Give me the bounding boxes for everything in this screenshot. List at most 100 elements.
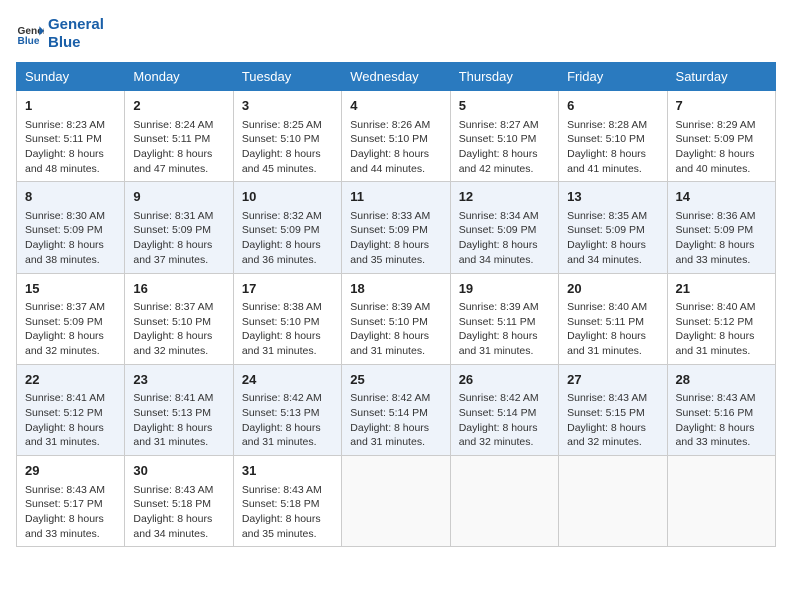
table-row: 29Sunrise: 8:43 AMSunset: 5:17 PMDayligh…: [17, 456, 125, 547]
day-number: 4: [350, 96, 441, 116]
day-number: 30: [133, 461, 224, 481]
table-row: 27Sunrise: 8:43 AMSunset: 5:15 PMDayligh…: [559, 364, 667, 455]
day-number: 14: [676, 187, 767, 207]
day-info: Sunrise: 8:43 AMSunset: 5:15 PMDaylight:…: [567, 391, 658, 450]
day-number: 18: [350, 279, 441, 299]
table-row: 13Sunrise: 8:35 AMSunset: 5:09 PMDayligh…: [559, 182, 667, 273]
day-number: 6: [567, 96, 658, 116]
day-info: Sunrise: 8:40 AMSunset: 5:11 PMDaylight:…: [567, 300, 658, 359]
day-number: 19: [459, 279, 550, 299]
day-info: Sunrise: 8:43 AMSunset: 5:16 PMDaylight:…: [676, 391, 767, 450]
table-row: 6Sunrise: 8:28 AMSunset: 5:10 PMDaylight…: [559, 91, 667, 182]
table-row: 4Sunrise: 8:26 AMSunset: 5:10 PMDaylight…: [342, 91, 450, 182]
table-row: 7Sunrise: 8:29 AMSunset: 5:09 PMDaylight…: [667, 91, 775, 182]
day-number: 25: [350, 370, 441, 390]
table-row: 14Sunrise: 8:36 AMSunset: 5:09 PMDayligh…: [667, 182, 775, 273]
table-row: 16Sunrise: 8:37 AMSunset: 5:10 PMDayligh…: [125, 273, 233, 364]
day-info: Sunrise: 8:34 AMSunset: 5:09 PMDaylight:…: [459, 209, 550, 268]
table-row: 10Sunrise: 8:32 AMSunset: 5:09 PMDayligh…: [233, 182, 341, 273]
table-row: 24Sunrise: 8:42 AMSunset: 5:13 PMDayligh…: [233, 364, 341, 455]
day-info: Sunrise: 8:27 AMSunset: 5:10 PMDaylight:…: [459, 118, 550, 177]
day-info: Sunrise: 8:41 AMSunset: 5:13 PMDaylight:…: [133, 391, 224, 450]
day-number: 17: [242, 279, 333, 299]
day-number: 12: [459, 187, 550, 207]
table-row: 25Sunrise: 8:42 AMSunset: 5:14 PMDayligh…: [342, 364, 450, 455]
table-row: 1Sunrise: 8:23 AMSunset: 5:11 PMDaylight…: [17, 91, 125, 182]
table-row: 11Sunrise: 8:33 AMSunset: 5:09 PMDayligh…: [342, 182, 450, 273]
day-number: 20: [567, 279, 658, 299]
table-row: 5Sunrise: 8:27 AMSunset: 5:10 PMDaylight…: [450, 91, 558, 182]
table-row: 15Sunrise: 8:37 AMSunset: 5:09 PMDayligh…: [17, 273, 125, 364]
table-row: 18Sunrise: 8:39 AMSunset: 5:10 PMDayligh…: [342, 273, 450, 364]
day-info: Sunrise: 8:42 AMSunset: 5:13 PMDaylight:…: [242, 391, 333, 450]
day-number: 23: [133, 370, 224, 390]
col-header-saturday: Saturday: [667, 63, 775, 91]
table-row: 9Sunrise: 8:31 AMSunset: 5:09 PMDaylight…: [125, 182, 233, 273]
table-row: 22Sunrise: 8:41 AMSunset: 5:12 PMDayligh…: [17, 364, 125, 455]
day-number: 27: [567, 370, 658, 390]
table-row: 12Sunrise: 8:34 AMSunset: 5:09 PMDayligh…: [450, 182, 558, 273]
day-info: Sunrise: 8:37 AMSunset: 5:10 PMDaylight:…: [133, 300, 224, 359]
logo-icon: General Blue: [16, 20, 44, 48]
logo-text: GeneralBlue: [48, 16, 104, 52]
day-info: Sunrise: 8:33 AMSunset: 5:09 PMDaylight:…: [350, 209, 441, 268]
day-number: 1: [25, 96, 116, 116]
day-info: Sunrise: 8:36 AMSunset: 5:09 PMDaylight:…: [676, 209, 767, 268]
table-row: 17Sunrise: 8:38 AMSunset: 5:10 PMDayligh…: [233, 273, 341, 364]
table-row: 3Sunrise: 8:25 AMSunset: 5:10 PMDaylight…: [233, 91, 341, 182]
page-header: General Blue GeneralBlue: [16, 16, 776, 52]
day-info: Sunrise: 8:23 AMSunset: 5:11 PMDaylight:…: [25, 118, 116, 177]
day-number: 28: [676, 370, 767, 390]
table-row: [450, 456, 558, 547]
col-header-monday: Monday: [125, 63, 233, 91]
calendar-table: SundayMondayTuesdayWednesdayThursdayFrid…: [16, 62, 776, 547]
svg-text:Blue: Blue: [18, 36, 40, 47]
day-info: Sunrise: 8:26 AMSunset: 5:10 PMDaylight:…: [350, 118, 441, 177]
day-number: 31: [242, 461, 333, 481]
day-info: Sunrise: 8:24 AMSunset: 5:11 PMDaylight:…: [133, 118, 224, 177]
day-number: 3: [242, 96, 333, 116]
table-row: 21Sunrise: 8:40 AMSunset: 5:12 PMDayligh…: [667, 273, 775, 364]
col-header-sunday: Sunday: [17, 63, 125, 91]
table-row: [342, 456, 450, 547]
day-info: Sunrise: 8:28 AMSunset: 5:10 PMDaylight:…: [567, 118, 658, 177]
day-info: Sunrise: 8:43 AMSunset: 5:18 PMDaylight:…: [133, 483, 224, 542]
day-info: Sunrise: 8:38 AMSunset: 5:10 PMDaylight:…: [242, 300, 333, 359]
day-number: 9: [133, 187, 224, 207]
day-info: Sunrise: 8:43 AMSunset: 5:17 PMDaylight:…: [25, 483, 116, 542]
col-header-thursday: Thursday: [450, 63, 558, 91]
day-number: 24: [242, 370, 333, 390]
day-info: Sunrise: 8:43 AMSunset: 5:18 PMDaylight:…: [242, 483, 333, 542]
day-info: Sunrise: 8:31 AMSunset: 5:09 PMDaylight:…: [133, 209, 224, 268]
day-info: Sunrise: 8:25 AMSunset: 5:10 PMDaylight:…: [242, 118, 333, 177]
day-number: 16: [133, 279, 224, 299]
table-row: [559, 456, 667, 547]
day-info: Sunrise: 8:30 AMSunset: 5:09 PMDaylight:…: [25, 209, 116, 268]
day-number: 15: [25, 279, 116, 299]
day-number: 26: [459, 370, 550, 390]
day-info: Sunrise: 8:32 AMSunset: 5:09 PMDaylight:…: [242, 209, 333, 268]
day-number: 29: [25, 461, 116, 481]
day-info: Sunrise: 8:39 AMSunset: 5:11 PMDaylight:…: [459, 300, 550, 359]
table-row: 23Sunrise: 8:41 AMSunset: 5:13 PMDayligh…: [125, 364, 233, 455]
day-info: Sunrise: 8:39 AMSunset: 5:10 PMDaylight:…: [350, 300, 441, 359]
day-number: 5: [459, 96, 550, 116]
table-row: 20Sunrise: 8:40 AMSunset: 5:11 PMDayligh…: [559, 273, 667, 364]
table-row: 30Sunrise: 8:43 AMSunset: 5:18 PMDayligh…: [125, 456, 233, 547]
day-number: 11: [350, 187, 441, 207]
day-info: Sunrise: 8:42 AMSunset: 5:14 PMDaylight:…: [459, 391, 550, 450]
table-row: 19Sunrise: 8:39 AMSunset: 5:11 PMDayligh…: [450, 273, 558, 364]
day-number: 8: [25, 187, 116, 207]
day-number: 7: [676, 96, 767, 116]
col-header-friday: Friday: [559, 63, 667, 91]
table-row: 26Sunrise: 8:42 AMSunset: 5:14 PMDayligh…: [450, 364, 558, 455]
day-number: 2: [133, 96, 224, 116]
day-info: Sunrise: 8:41 AMSunset: 5:12 PMDaylight:…: [25, 391, 116, 450]
col-header-wednesday: Wednesday: [342, 63, 450, 91]
day-number: 10: [242, 187, 333, 207]
day-info: Sunrise: 8:40 AMSunset: 5:12 PMDaylight:…: [676, 300, 767, 359]
day-info: Sunrise: 8:42 AMSunset: 5:14 PMDaylight:…: [350, 391, 441, 450]
day-number: 21: [676, 279, 767, 299]
day-number: 22: [25, 370, 116, 390]
day-number: 13: [567, 187, 658, 207]
